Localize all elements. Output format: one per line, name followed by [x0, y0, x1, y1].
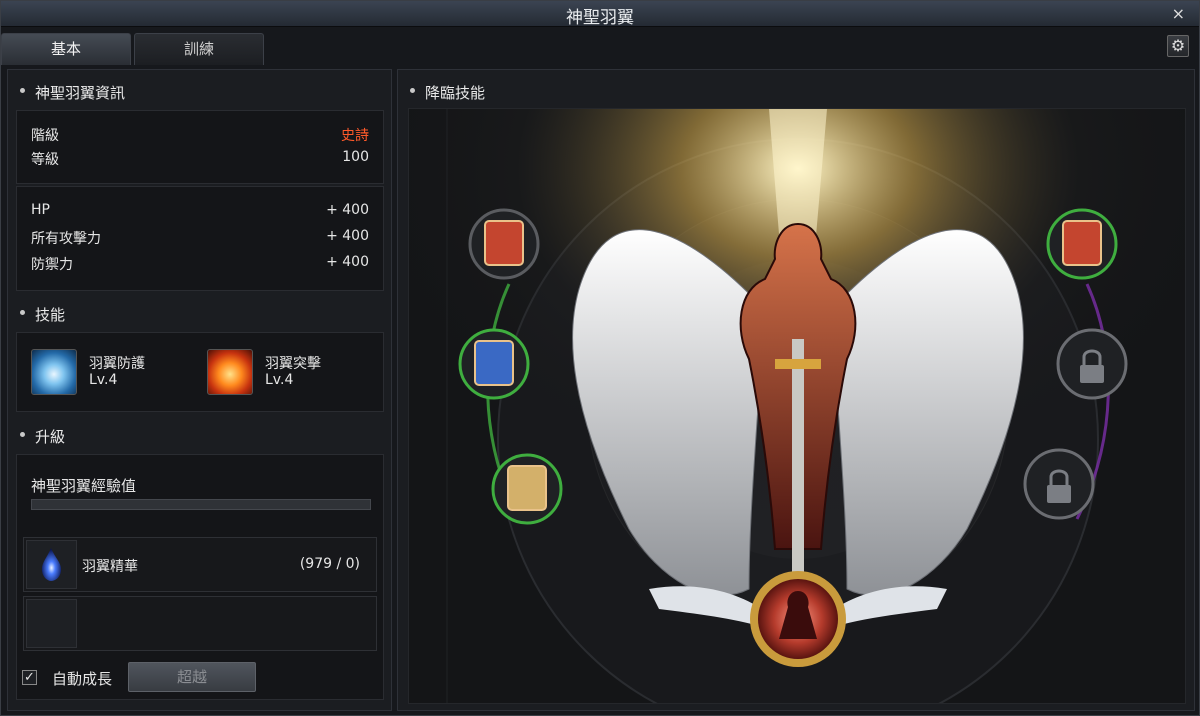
essence-slot[interactable]	[26, 540, 77, 589]
rank-value: 史詩	[341, 128, 369, 144]
empty-slot[interactable]	[26, 599, 77, 648]
title-bar: 神聖羽翼 ×	[1, 1, 1199, 28]
exceed-button[interactable]: 超越	[128, 662, 256, 692]
essence-icon	[41, 548, 62, 581]
skill-level: Lv.4	[89, 372, 118, 388]
gear-icon[interactable]: ⚙	[1167, 35, 1189, 57]
right-slot-3-locked[interactable]	[1023, 448, 1095, 520]
stat-value: + 400	[326, 202, 369, 218]
left-slot-1[interactable]	[468, 208, 540, 280]
stat-label: 所有攻擊力	[31, 231, 101, 247]
close-icon[interactable]: ×	[1172, 4, 1185, 23]
exp-label: 神聖羽翼經驗值	[31, 477, 137, 495]
stat-label: 防禦力	[31, 257, 73, 273]
material-name: 羽翼精華	[82, 559, 138, 575]
skills-section-title: 技能	[20, 304, 65, 325]
rank-label: 階級	[31, 128, 59, 144]
descend-scene	[408, 108, 1186, 704]
bullet-icon	[20, 310, 25, 315]
info-box: 階級 史詩 等級 100	[16, 110, 384, 184]
wing-guard-icon[interactable]	[31, 349, 77, 395]
level-label: 等級	[31, 152, 59, 168]
material-count: (979 / 0)	[299, 556, 360, 572]
left-slot-3[interactable]	[491, 453, 563, 525]
material-row: 羽翼精華 (979 / 0)	[23, 537, 377, 592]
left-slot-2[interactable]	[458, 328, 530, 400]
bullet-icon	[20, 88, 25, 93]
stat-row: HP + 400	[31, 202, 369, 218]
exp-progress-bar	[31, 499, 371, 510]
rank-row: 階級 史詩	[31, 125, 369, 145]
right-slot-2-locked[interactable]	[1056, 328, 1128, 400]
level-value: 100	[342, 149, 369, 165]
stat-value: + 400	[326, 228, 369, 244]
stat-row: 防禦力 + 400	[31, 254, 369, 274]
auto-grow-label: 自動成長	[52, 670, 113, 688]
right-slot-1[interactable]	[1046, 208, 1118, 280]
auto-grow-checkbox[interactable]: ✓	[22, 670, 37, 685]
window-title: 神聖羽翼	[566, 8, 634, 28]
info-section-title: 神聖羽翼資訊	[20, 82, 125, 103]
skill-name: 羽翼突擊	[265, 356, 321, 372]
wing-strike-icon[interactable]	[207, 349, 253, 395]
upgrade-section-title: 升級	[20, 426, 65, 447]
tab-basic[interactable]: 基本	[1, 33, 131, 65]
angel-illustration	[409, 109, 1185, 703]
skill-name: 羽翼防護	[89, 356, 145, 372]
left-panel: 神聖羽翼資訊 階級 史詩 等級 100 HP + 400 所有攻擊力 + 400…	[7, 69, 392, 711]
wing-window: 神聖羽翼 × 基本 訓練 ⚙ 神聖羽翼資訊 階級 史詩 等級 100 HP + …	[0, 0, 1200, 716]
bullet-icon	[410, 88, 415, 93]
right-panel: 降臨技能	[397, 69, 1195, 711]
stat-row: 所有攻擊力 + 400	[31, 228, 369, 248]
bullet-icon	[20, 432, 25, 437]
tab-training[interactable]: 訓練	[134, 33, 264, 65]
empty-material-row	[23, 596, 377, 651]
stat-label: HP	[31, 202, 50, 218]
descend-section-title: 降臨技能	[410, 82, 485, 103]
stats-box: HP + 400 所有攻擊力 + 400 防禦力 + 400	[16, 186, 384, 291]
stat-value: + 400	[326, 254, 369, 270]
skills-box: 羽翼防護 Lv.4 羽翼突擊 Lv.4	[16, 332, 384, 412]
level-row: 等級 100	[31, 149, 369, 169]
skill-level: Lv.4	[265, 372, 294, 388]
